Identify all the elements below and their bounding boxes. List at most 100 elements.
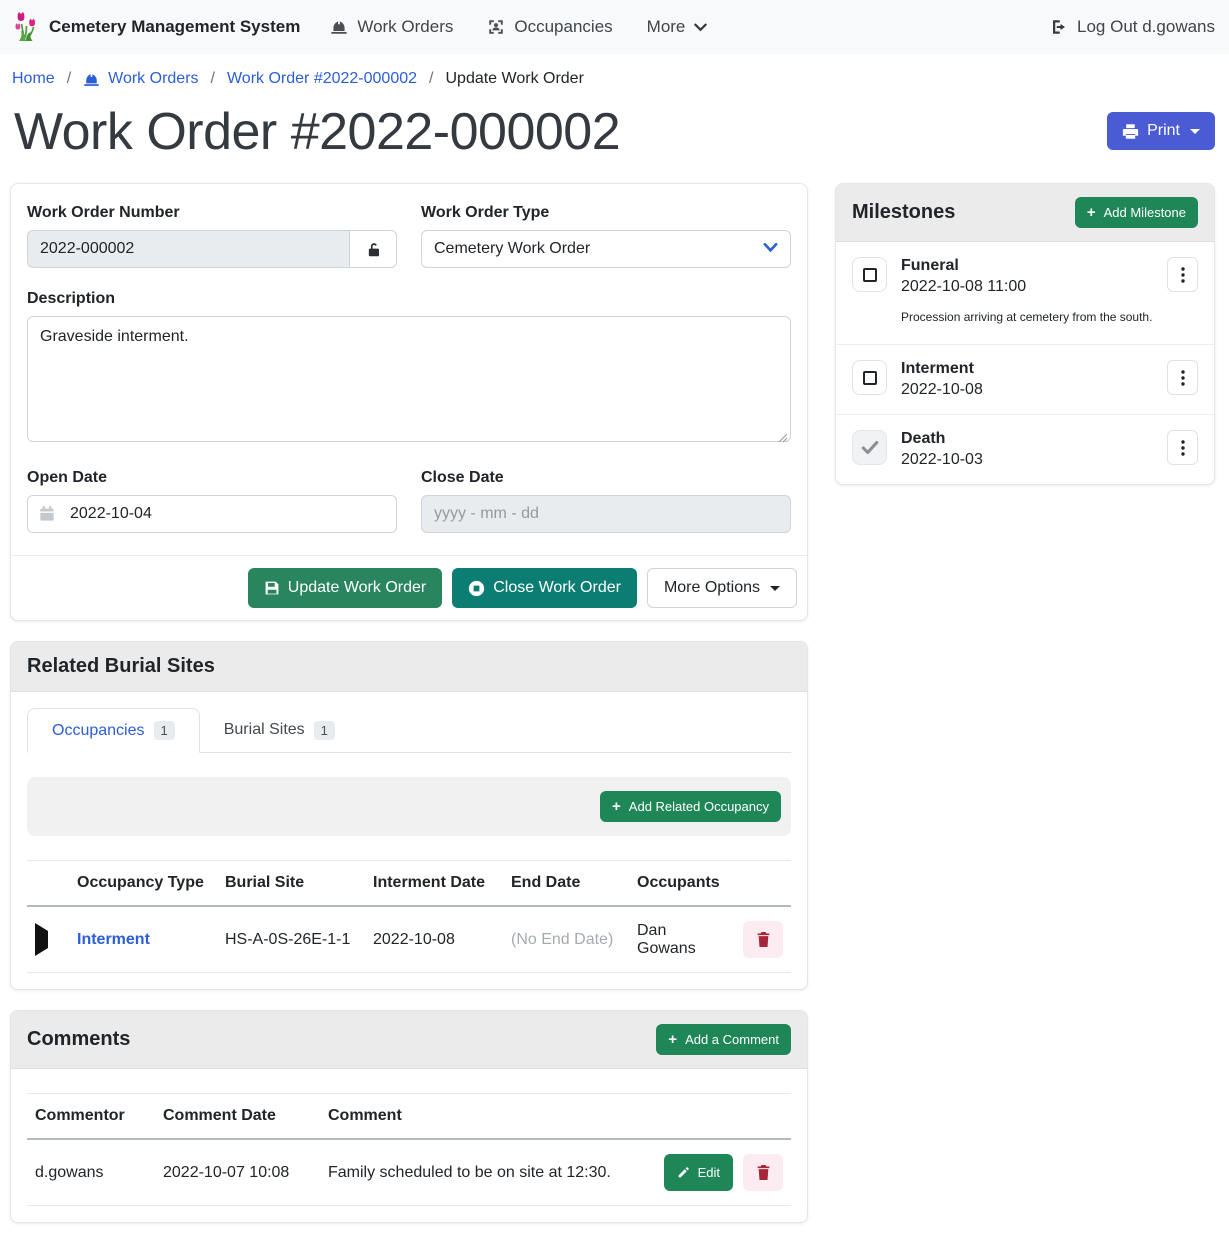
tab-occupancies[interactable]: Occupancies 1 [27, 708, 200, 753]
add-related-occupancy-button[interactable]: + Add Related Occupancy [600, 791, 781, 822]
kebab-icon [1181, 440, 1185, 456]
occupancy-type-link[interactable]: Interment [77, 931, 150, 948]
comments-table: Commentor Comment Date Comment d.gowans … [27, 1093, 791, 1206]
comments-title: Comments [27, 1028, 130, 1051]
breadcrumb-separator: / [211, 70, 215, 88]
expand-row-icon[interactable] [35, 923, 48, 956]
logout-label: Log Out d.gowans [1077, 17, 1215, 37]
column-header: Comment Date [155, 1094, 320, 1140]
work-order-number-label: Work Order Number [27, 204, 397, 222]
milestone-item-funeral: Funeral 2022-10-08 11:00 Procession arri… [836, 242, 1214, 345]
add-milestone-button[interactable]: + Add Milestone [1075, 197, 1198, 228]
column-header: Comment [320, 1094, 656, 1140]
milestone-menu-button[interactable] [1167, 430, 1198, 465]
work-order-number-input [27, 230, 350, 268]
work-order-type-select[interactable] [421, 230, 791, 268]
milestone-checkbox[interactable] [852, 360, 887, 395]
kebab-icon [1181, 370, 1185, 386]
nav-item-more[interactable]: More [647, 17, 708, 37]
comments-body: Commentor Comment Date Comment d.gowans … [11, 1069, 807, 1222]
brand-title: Cemetery Management System [49, 17, 300, 37]
comment-date-cell: 2022-10-07 10:08 [155, 1139, 320, 1206]
print-button[interactable]: Print [1107, 112, 1215, 150]
breadcrumb-current: Update Work Order [445, 70, 583, 88]
check-icon [861, 440, 879, 455]
breadcrumb-work-orders[interactable]: Work Orders [83, 70, 198, 88]
hard-hat-icon [330, 18, 348, 36]
nav-links: Work Orders Occupancies More [330, 17, 707, 37]
nav-item-label: Occupancies [514, 17, 612, 37]
delete-comment-button[interactable] [743, 1154, 783, 1191]
edit-label: Edit [698, 1165, 720, 1180]
milestone-menu-button[interactable] [1167, 360, 1198, 395]
related-tabs: Occupancies 1 Burial Sites 1 [27, 708, 791, 753]
logout-button[interactable]: Log Out d.gowans [1050, 17, 1215, 37]
top-navbar: Cemetery Management System Work Orders [0, 0, 1229, 54]
occupancies-toolbar: + Add Related Occupancy [27, 777, 791, 836]
more-options-label: More Options [664, 579, 760, 597]
left-column: Work Order Number [10, 183, 808, 1223]
actions-column-header [656, 1094, 791, 1140]
actions-column-header [735, 861, 791, 907]
update-work-order-button[interactable]: Update Work Order [248, 568, 442, 608]
milestone-title: Death [901, 430, 1153, 448]
breadcrumb-separator: / [429, 70, 433, 88]
chevron-down-icon [694, 23, 707, 32]
caret-down-icon [770, 586, 780, 591]
nav-item-work-orders[interactable]: Work Orders [330, 17, 453, 37]
milestone-body: Interment 2022-10-08 [901, 360, 1153, 399]
hard-hat-icon [83, 71, 100, 88]
milestones-title: Milestones [852, 201, 955, 224]
breadcrumb: Home / Work Orders / Work Order #2022-00… [0, 54, 1229, 100]
more-options-button[interactable]: More Options [647, 568, 797, 608]
occupancy-table-row: Interment HS-A-0S-26E-1-1 2022-10-08 (No… [27, 906, 791, 973]
work-order-form-card: Work Order Number [10, 183, 808, 621]
nav-item-label: More [647, 17, 686, 37]
close-work-order-button[interactable]: Close Work Order [452, 568, 637, 608]
comments-card: Comments + Add a Comment Commentor Comme… [10, 1010, 808, 1223]
column-header: Commentor [27, 1094, 155, 1140]
breadcrumb-separator: / [67, 70, 71, 88]
tab-burial-sites[interactable]: Burial Sites 1 [200, 708, 359, 752]
unlock-field-button[interactable] [350, 230, 397, 268]
related-burial-sites-card: Related Burial Sites Occupancies 1 Buria… [10, 641, 808, 990]
milestone-datetime: 2022-10-08 [901, 381, 1153, 399]
delete-occupancy-button[interactable] [743, 921, 783, 958]
related-burial-sites-title: Related Burial Sites [27, 655, 215, 678]
printer-icon [1122, 123, 1139, 140]
comment-table-row: d.gowans 2022-10-07 10:08 Family schedul… [27, 1139, 791, 1206]
milestone-body: Death 2022-10-03 [901, 430, 1153, 469]
breadcrumb-work-order-number[interactable]: Work Order #2022-000002 [227, 70, 417, 88]
close-label: Close Work Order [493, 579, 621, 597]
commentor-cell: d.gowans [27, 1139, 155, 1206]
related-burial-sites-body: Occupancies 1 Burial Sites 1 + Add Relat… [11, 692, 807, 989]
add-comment-button[interactable]: + Add a Comment [656, 1024, 791, 1055]
close-date-label: Close Date [421, 469, 791, 487]
milestones-card: Milestones + Add Milestone Funeral 2022-… [835, 183, 1215, 485]
milestone-checkbox-checked[interactable] [852, 430, 887, 465]
add-related-occupancy-label: Add Related Occupancy [629, 799, 769, 814]
app-brand[interactable]: Cemetery Management System [14, 11, 300, 43]
plus-icon: + [612, 799, 621, 814]
pencil-icon [677, 1166, 690, 1179]
description-textarea[interactable]: Graveside interment. [27, 316, 791, 442]
milestone-checkbox[interactable] [852, 257, 887, 292]
milestone-menu-button[interactable] [1167, 257, 1198, 292]
checkbox-square-icon [863, 268, 877, 282]
page-title: Work Order #2022-000002 [14, 104, 620, 161]
tab-count-badge: 1 [154, 721, 175, 740]
checkbox-square-icon [863, 371, 877, 385]
tab-label: Occupancies [52, 722, 145, 740]
lock-open-icon [365, 241, 382, 258]
expand-column-header [27, 861, 69, 907]
breadcrumb-home[interactable]: Home [12, 70, 55, 88]
print-label: Print [1147, 122, 1180, 140]
work-order-form-body: Work Order Number [11, 184, 807, 555]
column-header: Occupancy Type [69, 861, 217, 907]
save-icon [264, 580, 280, 596]
tab-label: Burial Sites [224, 721, 305, 739]
edit-comment-button[interactable]: Edit [664, 1154, 733, 1191]
nav-item-occupancies[interactable]: Occupancies [487, 17, 612, 37]
comments-header: Comments + Add a Comment [11, 1011, 807, 1069]
open-date-input[interactable] [27, 495, 397, 533]
